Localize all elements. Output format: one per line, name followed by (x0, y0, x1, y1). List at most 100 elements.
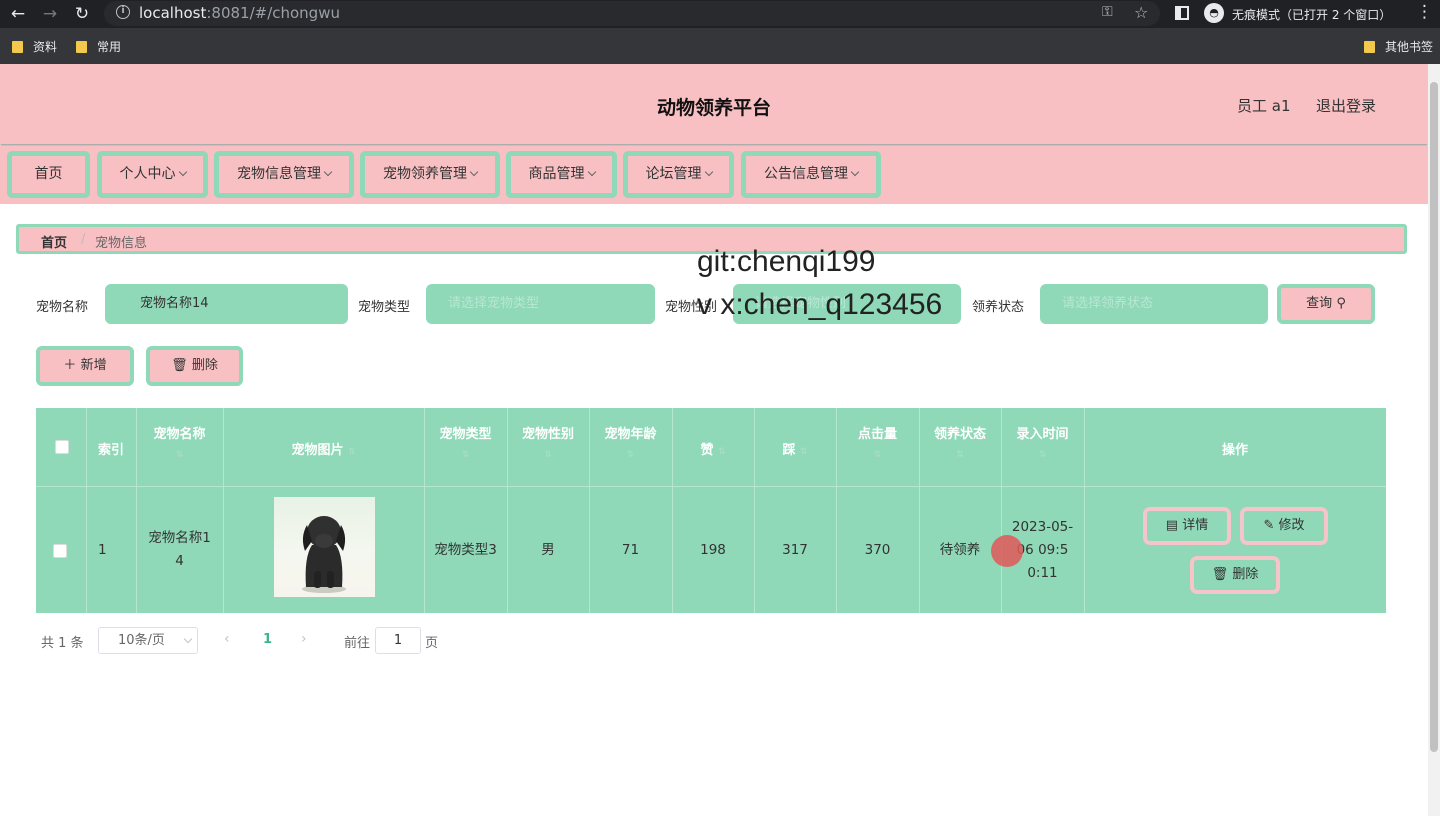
edit-icon: ✎ (1263, 518, 1275, 533)
sort-icon[interactable]: ⇅ (919, 450, 1001, 460)
header-actions: 操作 (1221, 443, 1248, 458)
chevron-down-icon (704, 167, 713, 177)
prev-page-icon[interactable]: ‹ (224, 631, 230, 647)
nav-pet-adoption[interactable]: 宠物领养管理 (360, 151, 500, 198)
batch-delete-button[interactable]: 🗑 删除 (146, 346, 243, 386)
pet-name-input[interactable]: 宠物名称14 (105, 284, 348, 324)
more-menu-icon[interactable]: ⋮ (1416, 2, 1433, 22)
current-user: 员工 a1 (1237, 97, 1291, 115)
nav-announcement[interactable]: 公告信息管理 (741, 151, 881, 198)
sort-icon[interactable]: ⇅ (424, 450, 507, 460)
cell-pet-sex: 男 (541, 541, 555, 558)
sort-icon[interactable]: ⇅ (507, 450, 589, 460)
search-icon: ⚲ (1336, 296, 1346, 311)
page-scrollbar[interactable] (1428, 64, 1440, 816)
pet-type-select[interactable]: 请选择宠物类型 (426, 284, 655, 324)
goto-label: 前往 (344, 636, 371, 651)
key-icon[interactable]: ⚿ (1102, 4, 1113, 20)
header-pet-image[interactable]: 宠物图片 ⇅ (223, 408, 424, 486)
pet-photo[interactable] (274, 497, 375, 597)
sort-icon[interactable]: ⇅ (136, 450, 223, 460)
query-button[interactable]: 查询 ⚲ (1277, 284, 1375, 324)
cell-pet-name: 宠物名称14 (148, 530, 211, 569)
other-bookmarks[interactable]: 其他书签 (1364, 38, 1433, 55)
breadcrumb-separator: / (81, 232, 86, 247)
breadcrumb-current: 宠物信息 (95, 236, 148, 251)
header-pet-age[interactable]: 宠物年龄 ⇅ (589, 408, 672, 486)
detail-button[interactable]: ▤ 详情 (1143, 507, 1231, 545)
chevron-down-icon (850, 167, 860, 177)
bookmark-folder[interactable]: 常用 (76, 38, 121, 55)
trash-icon: 🗑 (1211, 567, 1229, 582)
chevron-down-icon (323, 167, 333, 177)
nav-personal-center[interactable]: 个人中心 (97, 151, 208, 198)
nav-home[interactable]: 首页 (7, 151, 90, 198)
header-pet-sex[interactable]: 宠物性别 ⇅ (507, 408, 589, 486)
pet-type-label: 宠物类型 (358, 300, 411, 315)
watermark-line1: git:chenqi199 (697, 245, 876, 278)
star-icon[interactable]: ☆ (1134, 3, 1148, 22)
back-arrow-icon[interactable]: ← (8, 4, 28, 24)
bookmark-folder[interactable]: 资料 (12, 38, 57, 55)
cell-clicks: 370 (864, 541, 891, 558)
header-entry-time[interactable]: 录入时间 ⇅ (1001, 408, 1084, 486)
folder-icon (12, 41, 23, 53)
nav-forum[interactable]: 论坛管理 (623, 151, 734, 198)
reload-icon[interactable]: ↻ (72, 4, 92, 24)
chevron-down-icon (178, 167, 187, 177)
plus-icon: ＋ (63, 358, 77, 373)
bookmarks-bar: 资料 常用 其他书签 (0, 28, 1440, 64)
url-text: localhost:8081/#/chongwu (139, 4, 340, 22)
header-pet-name[interactable]: 宠物名称 ⇅ (136, 408, 223, 486)
pet-table: 索引 宠物名称 ⇅ 宠物图片 ⇅ 宠物类型 ⇅ 宠物性别 ⇅ 宠物年龄 ⇅ 赞 ⇅ 踩 … (36, 408, 1386, 613)
nav-goods[interactable]: 商品管理 (506, 151, 617, 198)
pet-name-label: 宠物名称 (36, 300, 89, 315)
cell-adoption-status: 待领养 (939, 541, 981, 558)
header-adoption-status[interactable]: 领养状态 ⇅ (919, 408, 1001, 486)
breadcrumb-home[interactable]: 首页 (41, 232, 67, 251)
header-dislikes[interactable]: 踩 ⇅ (754, 408, 836, 486)
cell-pet-type: 宠物类型3 (434, 541, 497, 558)
forward-arrow-icon[interactable]: → (40, 4, 60, 24)
scrollbar-thumb[interactable] (1430, 82, 1438, 752)
address-bar[interactable]: i localhost:8081/#/chongwu ⚿ ☆ (104, 1, 1160, 26)
side-panel-icon[interactable] (1175, 6, 1189, 20)
header-pet-type[interactable]: 宠物类型 ⇅ (424, 408, 507, 486)
page-size-select[interactable]: 10条/页 (98, 627, 198, 654)
sort-icon[interactable]: ⇅ (1001, 450, 1084, 460)
add-button[interactable]: ＋ 新增 (36, 346, 134, 386)
goto-page-input[interactable]: 1 (375, 627, 421, 654)
main-nav: 首页 个人中心 宠物信息管理 宠物领养管理 商品管理 论坛管理 公告信息管理 (0, 146, 1428, 204)
trash-icon: 🗑 (171, 358, 188, 373)
row-checkbox[interactable] (53, 544, 67, 558)
chevron-down-icon (469, 167, 479, 177)
header-index: 索引 (97, 443, 124, 458)
next-page-icon[interactable]: › (301, 631, 307, 647)
select-all-checkbox[interactable] (55, 440, 69, 454)
folder-icon (1364, 41, 1375, 53)
document-icon: ▤ (1165, 518, 1179, 533)
row-delete-button[interactable]: 🗑 删除 (1190, 556, 1280, 594)
sort-icon[interactable]: ⇅ (589, 450, 672, 460)
folder-icon (76, 41, 87, 53)
mouse-cursor-highlight (991, 535, 1023, 567)
sort-icon[interactable]: ⇅ (348, 447, 356, 457)
adoption-status-label: 领养状态 (972, 300, 1025, 315)
app-title: 动物领养平台 (656, 97, 771, 119)
nav-pet-info[interactable]: 宠物信息管理 (214, 151, 354, 198)
site-info-icon[interactable]: i (116, 5, 130, 19)
logout-link[interactable]: 退出登录 (1316, 95, 1376, 116)
sort-icon[interactable]: ⇅ (800, 447, 808, 457)
sort-icon[interactable]: ⇅ (718, 447, 726, 457)
sort-icon[interactable]: ⇅ (836, 450, 919, 460)
header-likes[interactable]: 赞 ⇅ (672, 408, 754, 486)
adoption-status-select[interactable]: 请选择领养状态 (1040, 284, 1268, 324)
incognito-label: 无痕模式（已打开 2 个窗口） (1232, 8, 1392, 22)
pagination-total: 共 1 条 (41, 636, 84, 651)
header-clicks[interactable]: 点击量 ⇅ (836, 408, 919, 486)
cell-pet-age: 71 (621, 541, 640, 558)
page-number-current[interactable]: 1 (263, 632, 272, 647)
cell-dislikes: 317 (782, 541, 808, 558)
edit-button[interactable]: ✎ 修改 (1240, 507, 1328, 545)
dog-image (302, 516, 346, 593)
